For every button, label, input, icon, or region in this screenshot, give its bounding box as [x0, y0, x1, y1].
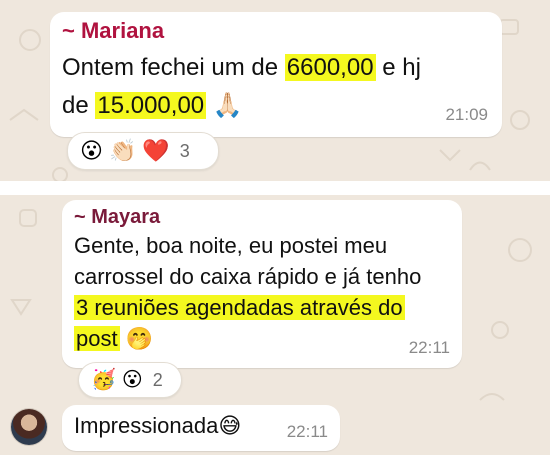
- party-face-icon: 🥳: [91, 369, 116, 391]
- message-line: carrossel do caixa rápido e já tenho: [74, 264, 422, 289]
- clapping-hands-icon: 👏🏻: [108, 138, 137, 163]
- praying-hands-emoji: 🙏🏻: [212, 92, 243, 119]
- message-text: Impressionada: [74, 413, 219, 438]
- message-time: 21:09: [445, 105, 488, 124]
- message-time: 22:11: [408, 338, 450, 357]
- message-bubble-mayara[interactable]: ~ Mayara Gente, boa noite, eu postei meu…: [62, 200, 462, 368]
- sweat-smile-emoji: 😅: [218, 413, 242, 438]
- reaction-count: 2: [152, 369, 163, 390]
- message-line: Gente, boa noite, eu postei meu: [74, 233, 388, 258]
- reactions-bar[interactable]: 🥳 😮 2: [78, 362, 182, 398]
- message-text: e hj: [375, 54, 421, 81]
- message-text: Ontem fechei um de: [62, 54, 285, 81]
- surprised-face-icon: 😮: [121, 369, 143, 391]
- highlighted-text: 3 reuniões agendadas através do: [74, 295, 405, 320]
- message-bubble-mariana[interactable]: ~ Mariana Ontem fechei um de 6600,00 e h…: [50, 12, 502, 137]
- day-divider: [0, 181, 550, 195]
- message-line: Impressionada😅: [74, 413, 241, 439]
- message-bubble[interactable]: Impressionada😅 22:11: [62, 405, 340, 451]
- message-line: 3 reuniões agendadas através do: [74, 295, 405, 321]
- sender-name[interactable]: ~ Mariana: [62, 18, 164, 44]
- hand-over-mouth-emoji: 🤭: [125, 326, 154, 351]
- highlighted-amount: 6600,00: [284, 54, 376, 81]
- sender-name[interactable]: ~ Mayara: [74, 206, 160, 229]
- avatar[interactable]: [11, 409, 47, 445]
- message-line: post 🤭: [74, 326, 153, 352]
- reaction-count: 3: [179, 140, 190, 161]
- message-line: Ontem fechei um de 6600,00 e hj: [62, 54, 421, 82]
- message-text: de: [62, 92, 96, 119]
- message-time: 22:11: [286, 422, 328, 441]
- reactions-bar[interactable]: 😮 👏🏻 ❤️ 3: [67, 132, 219, 170]
- red-heart-icon: ❤️: [142, 138, 170, 163]
- highlighted-amount: 15.000,00: [95, 92, 207, 119]
- highlighted-text: post: [74, 326, 120, 351]
- message-line: de 15.000,00 🙏🏻: [62, 91, 243, 120]
- surprised-face-icon: 😮: [80, 138, 103, 163]
